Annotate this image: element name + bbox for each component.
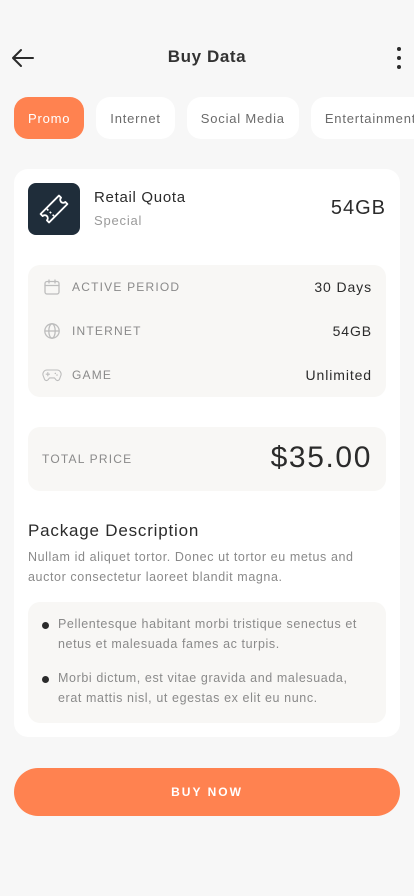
detail-label: INTERNET: [72, 324, 142, 338]
tab-promo[interactable]: Promo: [14, 97, 85, 139]
product-amount: 54GB: [330, 197, 386, 219]
bullet-text: Pellentesque habitant morbi tristique se…: [58, 617, 358, 651]
bullet-dot: [42, 622, 49, 629]
detail-label: GAME: [72, 368, 113, 382]
list-item: Morbi dictum, est vitae gravida and male…: [42, 668, 372, 708]
buy-now-button[interactable]: BUY NOW: [14, 768, 400, 816]
package-details: ACTIVE PERIOD 30 Days INTERNET 54GB GAME…: [28, 265, 386, 397]
globe-icon: [42, 321, 62, 341]
page-title: Buy Data: [167, 47, 247, 66]
detail-row-internet: INTERNET 54GB: [28, 309, 386, 353]
total-price-box: TOTAL PRICE $35.00: [28, 427, 386, 491]
category-tabs: Promo Internet Social Media Entertainmen…: [14, 97, 414, 139]
gamepad-icon: [42, 365, 62, 385]
bullet-text: Morbi dictum, est vitae gravida and male…: [58, 671, 348, 705]
total-price-label: TOTAL PRICE: [42, 452, 133, 466]
total-price-value: $35.00: [270, 441, 372, 474]
calendar-icon: [42, 277, 62, 297]
description-title: Package Description: [28, 521, 200, 540]
detail-row-active-period: ACTIVE PERIOD 30 Days: [28, 265, 386, 309]
description-text: Nullam id aliquet tortor. Donec ut torto…: [28, 550, 354, 584]
detail-row-game: GAME Unlimited: [28, 353, 386, 397]
more-options-button[interactable]: [392, 45, 406, 71]
product-name: Retail Quota: [94, 189, 186, 206]
detail-label: ACTIVE PERIOD: [72, 280, 181, 294]
product-subtitle: Special: [94, 213, 143, 228]
list-item: Pellentesque habitant morbi tristique se…: [42, 614, 372, 654]
detail-value: Unlimited: [305, 367, 372, 383]
more-vertical-icon: [397, 47, 401, 51]
tab-internet[interactable]: Internet: [96, 97, 175, 139]
tab-social-media[interactable]: Social Media: [186, 97, 299, 139]
bullet-dot: [42, 676, 49, 683]
description-bullets: Pellentesque habitant morbi tristique se…: [28, 602, 386, 723]
ticket-icon: [39, 194, 69, 224]
package-card: Retail Quota Special 54GB ACTIVE PERIOD …: [14, 169, 400, 737]
detail-value: 30 Days: [314, 279, 372, 295]
detail-value: 54GB: [332, 323, 372, 339]
tab-entertainment[interactable]: Entertainment: [310, 97, 414, 139]
product-icon-tile: [28, 183, 80, 235]
